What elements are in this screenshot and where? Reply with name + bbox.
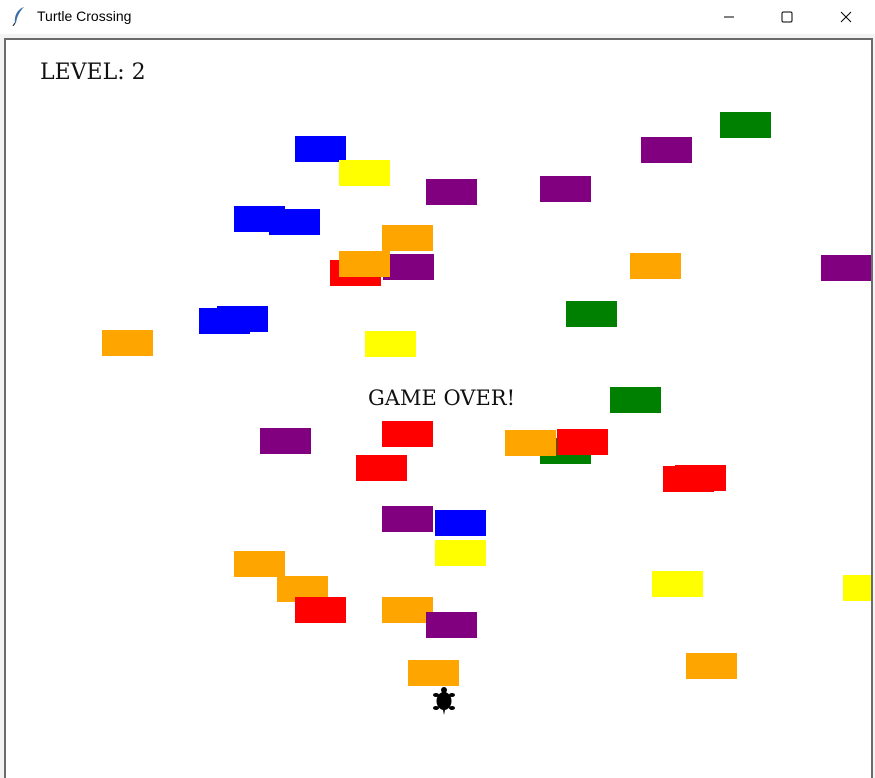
title-bar: Turtle Crossing [0,0,875,34]
car-red [382,421,433,447]
game-canvas[interactable]: LEVEL: 2 GAME OVER! [6,40,871,778]
feather-icon [12,7,24,26]
close-button[interactable] [817,0,875,34]
car-blue [217,306,268,332]
car-green [720,112,771,138]
car-green [566,301,617,327]
car-yellow [365,331,416,357]
car-purple [821,255,871,281]
game-over-label: GAME OVER! [368,386,516,410]
minimize-icon [724,16,734,18]
car-blue [295,136,346,162]
car-purple [426,612,477,638]
car-blue [269,209,320,235]
car-red [675,465,726,491]
car-orange [102,330,153,356]
car-red [557,429,608,455]
window-title: Turtle Crossing [37,8,132,24]
maximize-icon [781,11,793,23]
maximize-button[interactable] [758,0,816,34]
car-yellow [843,575,871,601]
car-orange [234,551,285,577]
close-icon [840,11,852,23]
turtle-icon [433,687,455,715]
car-purple [260,428,311,454]
car-orange [686,653,737,679]
level-label: LEVEL: 2 [40,60,146,85]
car-green [610,387,661,413]
car-orange [630,253,681,279]
minimize-button[interactable] [700,0,758,34]
car-yellow [652,571,703,597]
car-red [295,597,346,623]
car-orange [382,225,433,251]
car-yellow [339,160,390,186]
car-orange [505,430,556,456]
car-orange [408,660,459,686]
car-yellow [435,540,486,566]
car-red [356,455,407,481]
car-purple [426,179,477,205]
car-orange [339,251,390,277]
car-purple [382,506,433,532]
car-purple [641,137,692,163]
car-purple [383,254,434,280]
car-blue [435,510,486,536]
car-purple [540,176,591,202]
